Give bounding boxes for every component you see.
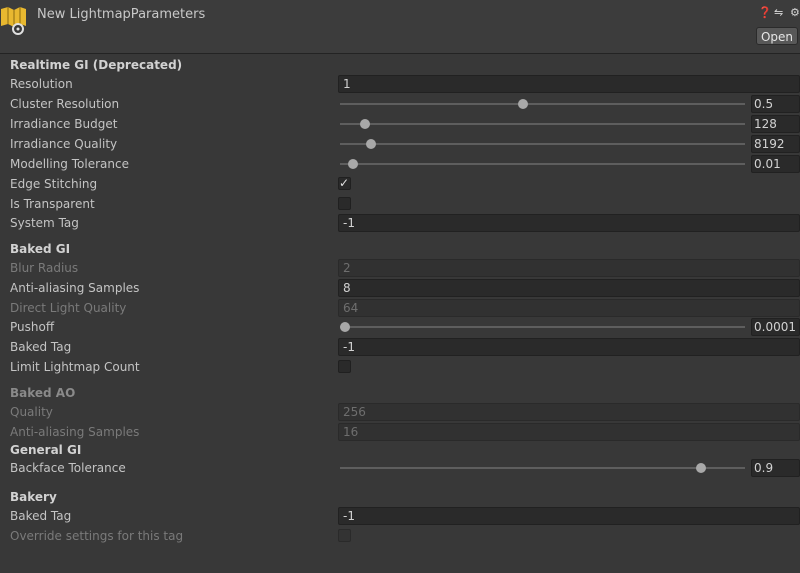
irradiance-quality-input[interactable]: 8192 (751, 135, 800, 153)
open-button[interactable]: Open (756, 27, 798, 45)
irradiance-budget-slider[interactable] (340, 123, 745, 125)
direct-light-quality-label: Direct Light Quality (10, 301, 127, 315)
section-baked-ao: Baked AO (10, 386, 76, 400)
backface-tolerance-slider-thumb[interactable] (695, 463, 706, 473)
row-pushoff: Pushoff 0.0001 (0, 317, 800, 337)
backface-tolerance-label: Backface Tolerance (10, 461, 126, 475)
irradiance-quality-label: Irradiance Quality (10, 137, 118, 151)
modelling-tolerance-label: Modelling Tolerance (10, 157, 129, 171)
pushoff-input[interactable]: 0.0001 (751, 318, 800, 336)
limit-lightmap-count-checkbox[interactable] (338, 360, 351, 373)
baked-tag-input[interactable]: -1 (338, 338, 800, 356)
row-antialiasing-samples: Anti-aliasing Samples 8 (0, 278, 800, 298)
edge-stitching-label: Edge Stitching (10, 177, 98, 191)
row-limit-lightmap-count: Limit Lightmap Count (0, 357, 800, 377)
bakery-baked-tag-label: Baked Tag (10, 509, 72, 523)
blur-radius-input: 2 (338, 259, 800, 277)
row-bakery-baked-tag: Baked Tag -1 (0, 506, 800, 526)
modelling-tolerance-slider-thumb[interactable] (347, 159, 358, 169)
section-bakery: Bakery (10, 490, 57, 504)
row-is-transparent: Is Transparent (0, 194, 800, 214)
irradiance-quality-slider-thumb[interactable] (365, 139, 376, 149)
inspector-header: New LightmapParameters ❓ ⇋ ⚙ Open (0, 0, 800, 54)
row-direct-light-quality: Direct Light Quality 64 (0, 298, 800, 318)
asset-title: New LightmapParameters (37, 7, 206, 22)
irradiance-budget-input[interactable]: 128 (751, 115, 800, 133)
checkmark-icon: ✓ (339, 176, 350, 190)
pushoff-slider-thumb[interactable] (340, 322, 350, 332)
section-realtime-gi: Realtime GI (Deprecated) (10, 58, 183, 72)
is-transparent-checkbox[interactable] (338, 197, 351, 210)
irradiance-quality-slider[interactable] (340, 143, 745, 145)
lightmap-parameters-icon (1, 7, 26, 35)
modelling-tolerance-input[interactable]: 0.01 (751, 155, 800, 173)
row-backface-tolerance: Backface Tolerance 0.9 (0, 458, 800, 478)
row-irradiance-quality: Irradiance Quality 8192 (0, 134, 800, 154)
override-settings-checkbox (338, 529, 351, 542)
gear-icon[interactable]: ⚙ (790, 6, 800, 19)
section-baked-gi: Baked GI (10, 242, 71, 256)
resolution-label: Resolution (10, 77, 73, 91)
resolution-input[interactable]: 1 (338, 75, 800, 93)
edge-stitching-checkbox[interactable]: ✓ (338, 176, 351, 190)
cluster-resolution-slider[interactable] (340, 103, 745, 105)
blur-radius-label: Blur Radius (10, 261, 79, 275)
limit-lightmap-count-label: Limit Lightmap Count (10, 360, 140, 374)
system-tag-input[interactable]: -1 (338, 214, 800, 232)
row-baked-tag: Baked Tag -1 (0, 337, 800, 357)
antialiasing-samples-label: Anti-aliasing Samples (10, 281, 140, 295)
baked-tag-label: Baked Tag (10, 340, 72, 354)
backface-tolerance-slider[interactable] (340, 467, 745, 469)
ao-antialiasing-samples-input: 16 (338, 423, 800, 441)
backface-tolerance-input[interactable]: 0.9 (751, 459, 800, 477)
override-settings-label: Override settings for this tag (10, 529, 184, 543)
bakery-baked-tag-input[interactable]: -1 (338, 507, 800, 525)
modelling-tolerance-slider[interactable] (340, 163, 745, 165)
pushoff-slider[interactable] (340, 326, 745, 328)
irradiance-budget-slider-thumb[interactable] (359, 119, 370, 129)
cluster-resolution-input[interactable]: 0.5 (751, 95, 800, 113)
pushoff-label: Pushoff (10, 320, 55, 334)
row-modelling-tolerance: Modelling Tolerance 0.01 (0, 154, 800, 174)
row-system-tag: System Tag -1 (0, 213, 800, 233)
cluster-resolution-slider-thumb[interactable] (517, 99, 528, 109)
row-ao-antialiasing-samples: Anti-aliasing Samples 16 (0, 422, 800, 442)
direct-light-quality-input: 64 (338, 299, 800, 317)
ao-quality-input: 256 (338, 403, 800, 421)
preset-sliders-icon[interactable]: ⇋ (774, 6, 783, 19)
row-override-settings: Override settings for this tag (0, 526, 800, 546)
cluster-resolution-label: Cluster Resolution (10, 97, 120, 111)
row-cluster-resolution: Cluster Resolution 0.5 (0, 94, 800, 114)
irradiance-budget-label: Irradiance Budget (10, 117, 118, 131)
system-tag-label: System Tag (10, 216, 79, 230)
ao-quality-label: Quality (10, 405, 53, 419)
row-edge-stitching: Edge Stitching ✓ (0, 174, 800, 194)
help-icon[interactable]: ❓ (758, 6, 772, 19)
ao-antialiasing-samples-label: Anti-aliasing Samples (10, 425, 140, 439)
row-ao-quality: Quality 256 (0, 402, 800, 422)
row-blur-radius: Blur Radius 2 (0, 258, 800, 278)
section-general-gi: General GI (10, 443, 82, 457)
antialiasing-samples-input[interactable]: 8 (338, 279, 800, 297)
row-resolution: Resolution 1 (0, 74, 800, 94)
is-transparent-label: Is Transparent (10, 197, 95, 211)
row-irradiance-budget: Irradiance Budget 128 (0, 114, 800, 134)
